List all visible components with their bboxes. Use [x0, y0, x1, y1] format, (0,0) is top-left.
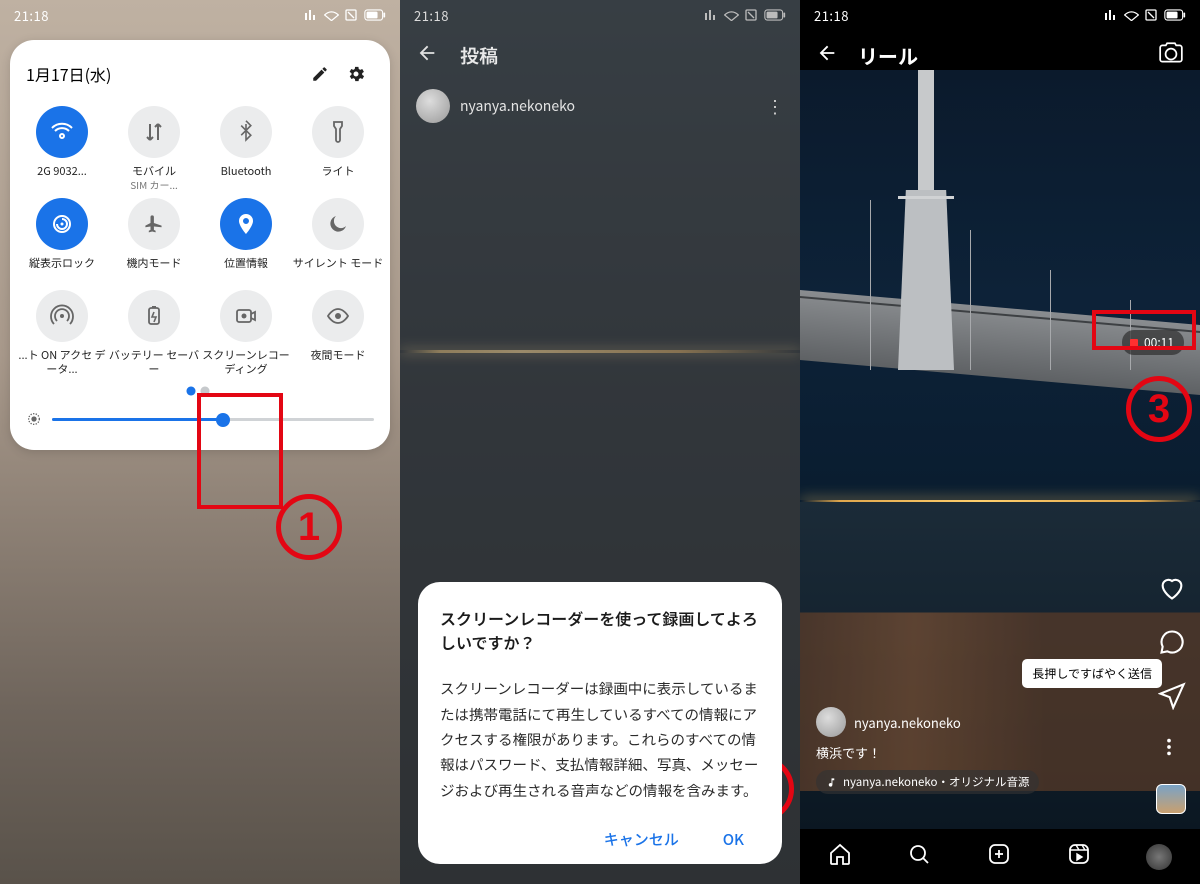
- qs-header: 1月17日(水): [16, 56, 384, 100]
- status-icons: [1104, 9, 1186, 21]
- qs-grid: 2G 9032... モバイルSIM カー... Bluetooth ライト縦表示ロッ…: [16, 106, 384, 377]
- status-bar: 21:18: [0, 0, 400, 30]
- nav-home-icon[interactable]: [828, 842, 852, 871]
- screenrec-icon[interactable]: [220, 290, 272, 342]
- post-header: 投稿: [400, 30, 800, 81]
- avatar[interactable]: [816, 707, 846, 737]
- caption-area: nyanya.nekoneko 横浜です！ nyanya.nekoneko・オリ…: [816, 707, 1130, 794]
- qs-tile-battery[interactable]: バッテリー セーバー: [108, 290, 200, 377]
- qs-tile-label: サイレント モード: [293, 256, 383, 284]
- qs-tile-location[interactable]: 位置情報: [200, 198, 292, 284]
- qs-tile-data[interactable]: モバイルSIM カー...: [108, 106, 200, 192]
- dialog-title: スクリーンレコーダーを使って録画してよろしいですか？: [440, 606, 760, 654]
- camera-icon[interactable]: [1158, 40, 1184, 71]
- panel-3-reels: 21:18 リール 00:11: [800, 0, 1200, 884]
- screen-title: 投稿: [460, 42, 498, 69]
- status-bar: 21:18: [800, 0, 1200, 30]
- qs-tile-label: スクリーンレコーディング: [200, 348, 292, 377]
- bottom-nav: [800, 829, 1200, 884]
- annotation-circle-3: 3: [1126, 376, 1192, 442]
- qs-tile-label: 2G 9032...: [37, 164, 87, 192]
- more-vertical-icon[interactable]: [1158, 736, 1186, 764]
- audio-cover-thumb[interactable]: [1156, 784, 1186, 814]
- qs-tile-label: 夜間モード: [311, 348, 366, 376]
- nav-add-icon[interactable]: [987, 842, 1011, 871]
- qs-tile-label: Bluetooth: [221, 164, 272, 192]
- annotation-box-3: [1092, 310, 1196, 350]
- back-arrow-icon[interactable]: [416, 42, 438, 69]
- post-author-row: nyanya.nekoneko ⋮: [400, 81, 800, 131]
- bluetooth-icon[interactable]: [220, 106, 272, 158]
- permission-dialog: スクリーンレコーダーを使って録画してよろしいですか？ スクリーンレコーダーは録画…: [418, 582, 782, 864]
- airplane-icon[interactable]: [128, 198, 180, 250]
- nav-reels-icon[interactable]: [1067, 842, 1091, 871]
- edit-icon[interactable]: [302, 56, 338, 92]
- qs-tile-eye[interactable]: 夜間モード: [292, 290, 384, 377]
- qs-date: 1月17日(水): [26, 62, 302, 86]
- battery-icon[interactable]: [128, 290, 180, 342]
- caption-text: 横浜です！: [816, 743, 1130, 762]
- audio-chip[interactable]: nyanya.nekoneko・オリジナル音源: [816, 770, 1039, 794]
- avatar[interactable]: [416, 89, 450, 123]
- rotate-icon[interactable]: [36, 198, 88, 250]
- qs-tile-moon[interactable]: サイレント モード: [292, 198, 384, 284]
- like-heart-icon[interactable]: [1158, 574, 1186, 602]
- brightness-icon: [26, 408, 42, 432]
- qs-tile-label: ...ト ON アクセ データ...: [16, 348, 108, 377]
- data-icon[interactable]: [128, 106, 180, 158]
- cancel-button[interactable]: キャンセル: [604, 829, 679, 850]
- qs-tile-label: モバイルSIM カー...: [130, 164, 178, 192]
- nav-profile-avatar[interactable]: [1146, 844, 1172, 870]
- ok-button[interactable]: OK: [723, 829, 744, 850]
- reels-title: リール: [858, 41, 918, 70]
- eye-icon[interactable]: [312, 290, 364, 342]
- panel-2-confirm-dialog: 21:18 投稿 nyanya.nekoneko ⋮ スクリーンレコーダーを使っ…: [400, 0, 800, 884]
- panel-1-quick-settings: 21:18 1月17日(水) 2G 9032... モバイルSIM カー... Bl…: [0, 0, 400, 884]
- qs-tile-label: 縦表示ロック: [29, 256, 95, 284]
- share-tooltip: 長押しですばやく送信: [1022, 659, 1162, 688]
- annotation-box-1: [197, 393, 283, 509]
- status-time: 21:18: [814, 6, 849, 25]
- annotation-circle-1: 1: [276, 494, 342, 560]
- qs-tile-hotspot[interactable]: ...ト ON アクセ データ...: [16, 290, 108, 377]
- flashlight-icon[interactable]: [312, 106, 364, 158]
- status-icons: [304, 9, 386, 21]
- nav-search-icon[interactable]: [907, 842, 931, 871]
- share-icon[interactable]: [1158, 682, 1186, 710]
- qs-tile-screenrec[interactable]: スクリーンレコーディング: [200, 290, 292, 377]
- location-icon[interactable]: [220, 198, 272, 250]
- status-time: 21:18: [414, 6, 449, 25]
- qs-tile-label: 位置情報: [224, 256, 268, 284]
- qs-tile-rotate[interactable]: 縦表示ロック: [16, 198, 108, 284]
- qs-tile-airplane[interactable]: 機内モード: [108, 198, 200, 284]
- caption-username[interactable]: nyanya.nekoneko: [854, 713, 961, 732]
- moon-icon[interactable]: [312, 198, 364, 250]
- qs-tile-wifi[interactable]: 2G 9032...: [16, 106, 108, 192]
- status-icons: [704, 9, 786, 21]
- more-vertical-icon[interactable]: ⋮: [766, 93, 784, 119]
- username[interactable]: nyanya.nekoneko: [460, 96, 575, 116]
- qs-tile-bluetooth[interactable]: Bluetooth: [200, 106, 292, 192]
- quick-settings-panel: 1月17日(水) 2G 9032... モバイルSIM カー... Bluetoot…: [10, 40, 390, 450]
- qs-tile-flashlight[interactable]: ライト: [292, 106, 384, 192]
- qs-tile-label: バッテリー セーバー: [108, 348, 200, 377]
- back-arrow-icon[interactable]: [816, 42, 838, 69]
- settings-gear-icon[interactable]: [338, 56, 374, 92]
- qs-tile-label: ライト: [322, 164, 355, 192]
- qs-tile-label: 機内モード: [127, 256, 182, 284]
- comment-icon[interactable]: [1158, 628, 1186, 656]
- hotspot-icon[interactable]: [36, 290, 88, 342]
- status-bar: 21:18: [400, 0, 800, 30]
- wifi-icon[interactable]: [36, 106, 88, 158]
- dialog-body: スクリーンレコーダーは録画中に表示しているまたは携帯電話にて再生しているすべての…: [440, 676, 760, 803]
- status-time: 21:18: [14, 6, 49, 25]
